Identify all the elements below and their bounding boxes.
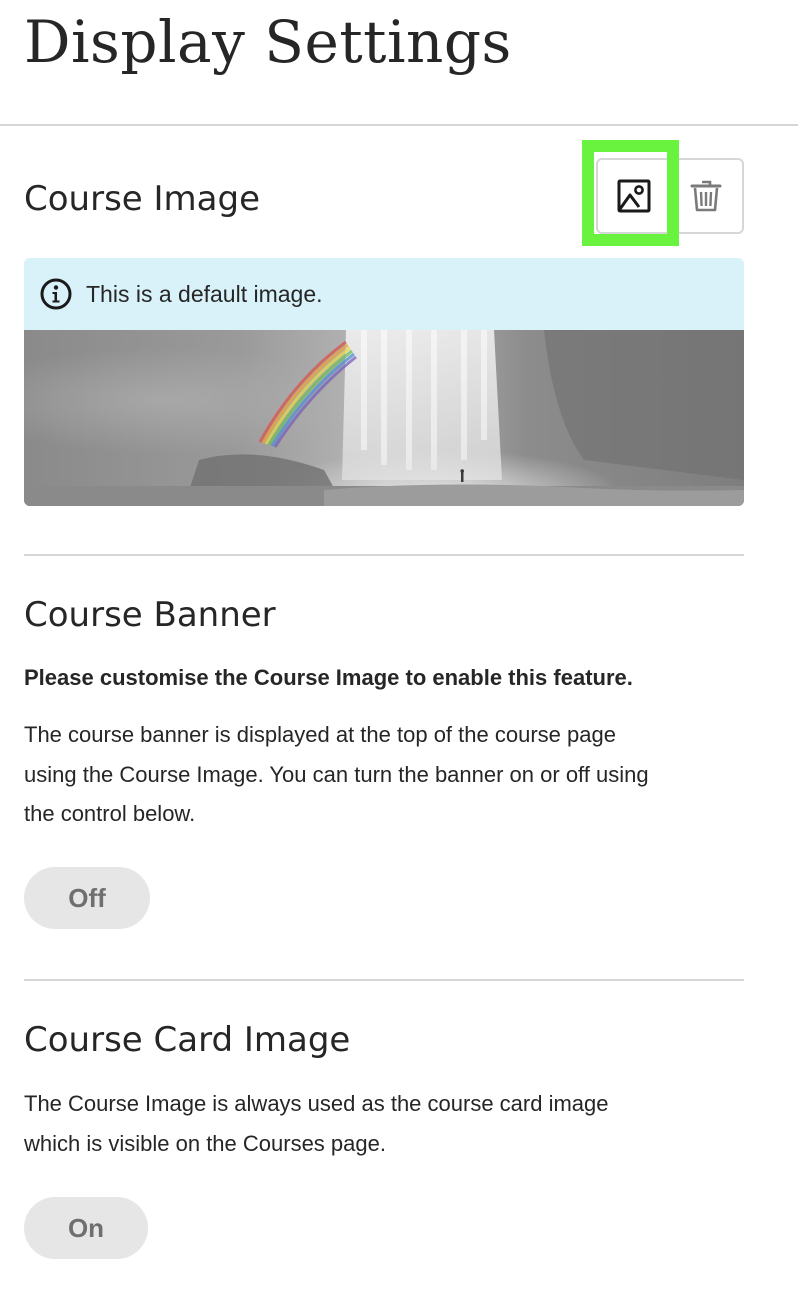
info-text: This is a default image. bbox=[86, 280, 323, 307]
course-banner-heading: Course Banner bbox=[24, 595, 276, 635]
delete-image-button[interactable] bbox=[671, 160, 743, 232]
waterfall-image bbox=[24, 330, 744, 506]
description-line: using the Course Image. You can turn the… bbox=[24, 761, 649, 787]
info-icon bbox=[40, 278, 72, 310]
course-banner-note: Please customise the Course Image to ena… bbox=[24, 665, 633, 690]
course-card-image-toggle[interactable]: On bbox=[24, 1197, 148, 1259]
description-line: The Course Image is always used as the c… bbox=[24, 1091, 609, 1116]
image-icon bbox=[617, 179, 651, 213]
course-card-image-heading: Course Card Image bbox=[24, 1020, 351, 1060]
course-banner-toggle[interactable]: Off bbox=[24, 867, 150, 929]
section-divider bbox=[24, 554, 744, 556]
section-divider bbox=[24, 979, 744, 981]
course-card-image-description: The Course Image is always used as the c… bbox=[24, 1084, 754, 1163]
description-line: The course banner is displayed at the to… bbox=[24, 722, 616, 747]
course-banner-description: The course banner is displayed at the to… bbox=[24, 715, 754, 834]
course-image-heading: Course Image bbox=[24, 179, 260, 219]
course-image-preview bbox=[24, 330, 744, 506]
default-image-info: This is a default image. bbox=[24, 258, 744, 330]
course-image-actions bbox=[596, 158, 744, 234]
title-divider bbox=[0, 124, 798, 126]
change-image-button[interactable] bbox=[598, 160, 671, 232]
page-title: Display Settings bbox=[24, 8, 512, 76]
trash-icon bbox=[690, 180, 722, 212]
description-line: the control below. bbox=[24, 801, 196, 826]
description-line: which is visible on the Courses page. bbox=[24, 1130, 386, 1156]
